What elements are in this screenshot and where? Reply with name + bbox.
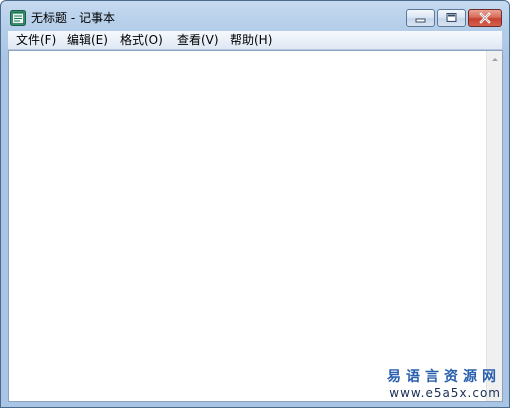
menu-view[interactable]: 查看(V) (177, 32, 219, 49)
notepad-window: 无标题 - 记事本 文件(F) 编辑(E) 格式(O) 查看(V) 帮助(H) … (0, 0, 510, 408)
scroll-up-button[interactable] (487, 51, 503, 68)
title-bar[interactable]: 无标题 - 记事本 (1, 1, 509, 31)
minimize-button[interactable] (406, 9, 435, 27)
close-icon (479, 12, 491, 24)
window-title: 无标题 - 记事本 (31, 11, 115, 25)
maximize-icon (446, 13, 457, 22)
close-button[interactable] (468, 9, 502, 27)
menu-help[interactable]: 帮助(H) (230, 32, 272, 49)
text-editor (8, 50, 503, 402)
maximize-button[interactable] (437, 9, 466, 27)
menu-bar: 文件(F) 编辑(E) 格式(O) 查看(V) 帮助(H) (8, 31, 502, 50)
scroll-down-button[interactable] (487, 384, 503, 401)
notepad-icon[interactable] (10, 10, 26, 26)
minimize-icon (415, 18, 426, 23)
vertical-scrollbar[interactable] (486, 51, 502, 401)
text-area[interactable] (9, 51, 486, 401)
menu-edit[interactable]: 编辑(E) (67, 32, 108, 49)
arrow-up-icon (492, 58, 498, 61)
menu-file[interactable]: 文件(F) (16, 32, 56, 49)
menu-format[interactable]: 格式(O) (120, 32, 163, 49)
